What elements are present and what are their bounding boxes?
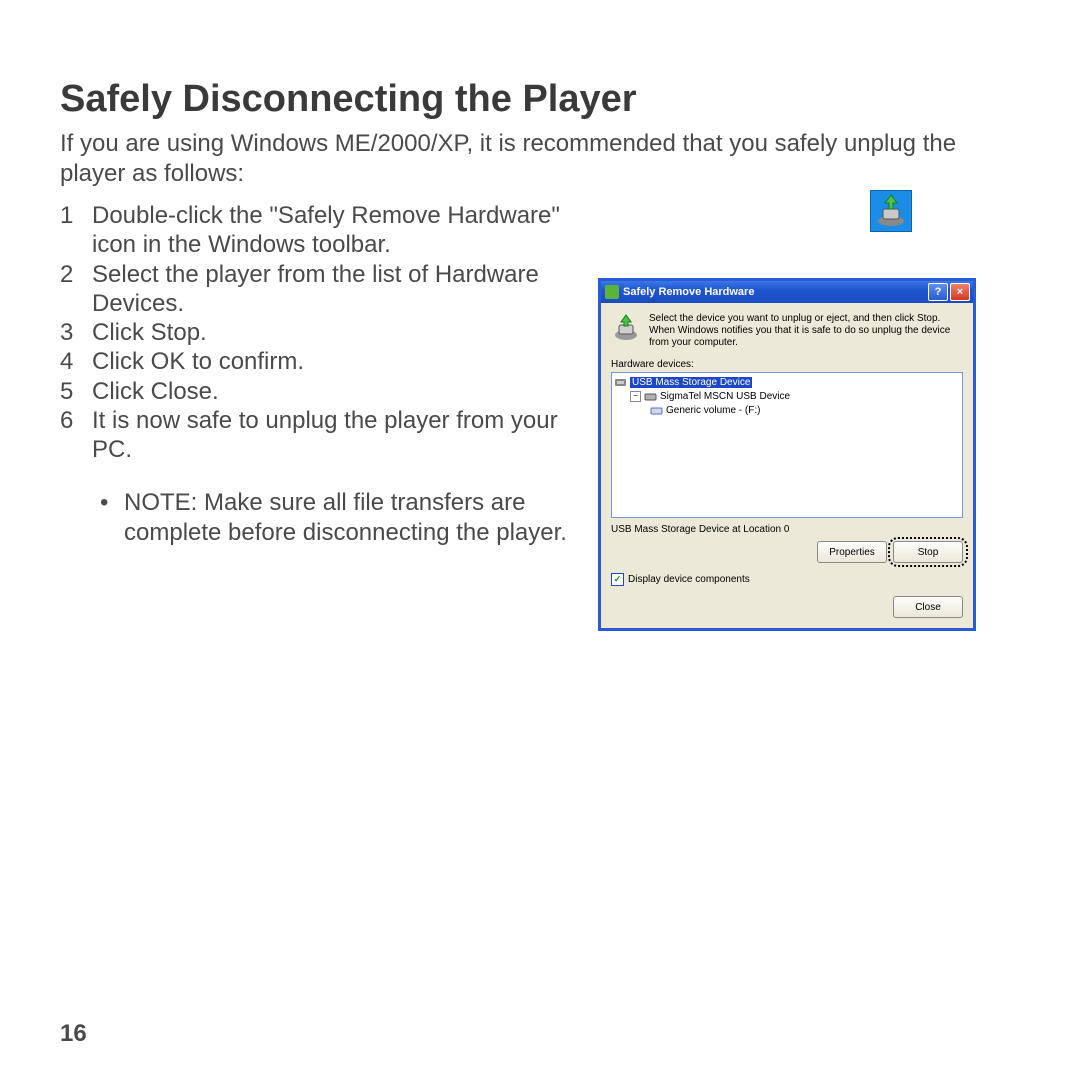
step-number: 6: [60, 406, 92, 465]
step-number: 4: [60, 347, 92, 376]
close-button[interactable]: Close: [893, 596, 963, 618]
step-number: 1: [60, 201, 92, 260]
bullet-icon: •: [100, 488, 124, 548]
hardware-devices-label: Hardware devices:: [611, 359, 963, 370]
page-number: 16: [60, 1020, 87, 1048]
display-components-checkbox[interactable]: ✓: [611, 573, 624, 586]
device-status-text: USB Mass Storage Device at Location 0: [611, 524, 963, 535]
step-text: Click Stop.: [92, 318, 600, 347]
note-block: • NOTE: Make sure all file transfers are…: [60, 488, 600, 548]
window-close-button[interactable]: ×: [950, 283, 970, 301]
stop-button[interactable]: Stop: [893, 541, 963, 563]
tree-item-root[interactable]: USB Mass Storage Device: [630, 377, 752, 388]
dialog-info-text: Select the device you want to unplug or …: [649, 313, 963, 349]
steps-list: 1Double-click the "Safely Remove Hardwar…: [60, 201, 600, 464]
tree-item-child[interactable]: SigmaTel MSCN USB Device: [660, 391, 790, 402]
dialog-title-icon: [605, 285, 619, 299]
step-text: It is now safe to unplug the player from…: [92, 406, 600, 465]
step-number: 2: [60, 260, 92, 319]
note-text: NOTE: Make sure all file transfers are c…: [124, 488, 600, 548]
dialog-titlebar[interactable]: Safely Remove Hardware ? ×: [601, 281, 973, 303]
step-text: Select the player from the list of Hardw…: [92, 260, 600, 319]
safely-remove-dialog: Safely Remove Hardware ? × Select the de…: [598, 278, 976, 631]
tree-item-grandchild[interactable]: Generic volume - (F:): [666, 405, 760, 416]
drive-icon: [644, 390, 657, 403]
step-number: 5: [60, 377, 92, 406]
intro-text: If you are using Windows ME/2000/XP, it …: [60, 129, 1020, 189]
properties-button[interactable]: Properties: [817, 541, 887, 563]
volume-icon: [650, 404, 663, 417]
help-button[interactable]: ?: [928, 283, 948, 301]
page-title: Safely Disconnecting the Player: [60, 78, 1020, 121]
dialog-title-text: Safely Remove Hardware: [623, 286, 928, 298]
step-text: Double-click the "Safely Remove Hardware…: [92, 201, 600, 260]
step-text: Click Close.: [92, 377, 600, 406]
dialog-info-icon: [611, 313, 641, 343]
tree-expander-icon[interactable]: −: [630, 391, 641, 402]
display-components-label: Display device components: [628, 574, 750, 585]
safely-remove-hardware-tray-icon: [870, 190, 912, 232]
usb-device-icon: [614, 376, 627, 389]
step-number: 3: [60, 318, 92, 347]
step-text: Click OK to confirm.: [92, 347, 600, 376]
hardware-device-tree[interactable]: USB Mass Storage Device − SigmaTel MSCN …: [611, 372, 963, 518]
